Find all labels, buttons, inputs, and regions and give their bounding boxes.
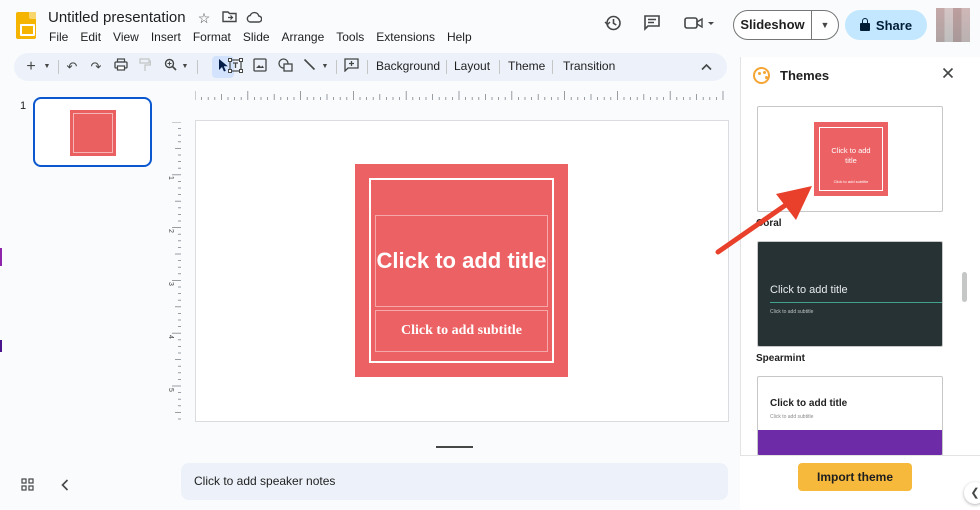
- third-preview-subtitle: Click to add subtitle: [770, 414, 814, 420]
- layout-button[interactable]: Layout: [454, 59, 490, 73]
- menu-edit[interactable]: Edit: [80, 30, 101, 44]
- vertical-ruler: 1 2 3 4 5: [167, 122, 181, 420]
- menu-bar: File Edit View Insert Format Slide Arran…: [49, 30, 484, 44]
- ruler-label: 2: [167, 229, 174, 233]
- panel-scrollbar[interactable]: [962, 272, 967, 302]
- add-comment-icon[interactable]: [342, 58, 360, 76]
- theme-name-spearmint: Spearmint: [756, 353, 805, 364]
- slideshow-label[interactable]: Slideshow: [734, 11, 812, 39]
- speaker-notes[interactable]: Click to add speaker notes: [181, 463, 728, 500]
- toolbar: + ▼ ↶ ↷ ▼ ▼ Background Layout Theme Tran…: [14, 53, 727, 81]
- themes-panel-title: Themes: [780, 68, 830, 83]
- version-history-icon[interactable]: [604, 14, 622, 37]
- slide-number: 1: [20, 100, 27, 112]
- chevron-down-icon[interactable]: ▼: [180, 58, 190, 76]
- spearmint-preview-line: [770, 302, 942, 303]
- toolbar-divider: [197, 60, 198, 74]
- slide-content: Click to add title Click to add subtitle: [355, 164, 568, 377]
- toolbar-divider: [552, 60, 553, 74]
- horizontal-ruler: [195, 91, 724, 100]
- line-icon[interactable]: [301, 58, 317, 76]
- toolbar-divider: [58, 60, 59, 74]
- meet-icon[interactable]: [684, 14, 718, 37]
- menu-insert[interactable]: Insert: [151, 30, 181, 44]
- import-theme-button[interactable]: Import theme: [798, 463, 912, 491]
- menu-slide[interactable]: Slide: [243, 30, 270, 44]
- ruler-label: 3: [167, 282, 174, 286]
- shape-icon[interactable]: [276, 58, 294, 76]
- transition-button[interactable]: Transition: [563, 59, 615, 73]
- speaker-notes-placeholder: Click to add speaker notes: [194, 474, 336, 488]
- toolbar-divider: [446, 60, 447, 74]
- coral-preview-subtitle: Click to add subtitle: [833, 179, 869, 184]
- undo-icon[interactable]: ↶: [64, 58, 80, 76]
- close-icon[interactable]: [942, 66, 954, 84]
- ruler-label: 4: [167, 335, 174, 339]
- avatar[interactable]: [936, 8, 970, 42]
- coral-preview: Click to add title Click to add subtitle: [814, 122, 888, 196]
- third-preview-bar: [758, 430, 942, 455]
- redo-icon[interactable]: ↷: [88, 58, 104, 76]
- menu-extensions[interactable]: Extensions: [376, 30, 435, 44]
- slideshow-button[interactable]: Slideshow ▼: [733, 10, 839, 40]
- print-icon[interactable]: [112, 58, 130, 76]
- theme-button[interactable]: Theme: [508, 59, 545, 73]
- subtitle-placeholder[interactable]: Click to add subtitle: [375, 310, 548, 352]
- title-placeholder[interactable]: Click to add title: [375, 215, 548, 307]
- lock-icon: [859, 18, 870, 31]
- spearmint-preview-subtitle: Click to add subtitle: [770, 309, 814, 315]
- notes-resize-handle[interactable]: [436, 446, 473, 448]
- chevron-down-icon[interactable]: ▼: [812, 20, 838, 30]
- menu-arrange[interactable]: Arrange: [282, 30, 325, 44]
- collapse-filmstrip-icon[interactable]: [61, 478, 69, 494]
- window-edge: [0, 248, 2, 266]
- toolbar-divider: [367, 60, 368, 74]
- window-edge: [0, 340, 2, 352]
- menu-file[interactable]: File: [49, 30, 68, 44]
- document-title[interactable]: Untitled presentation: [48, 9, 186, 26]
- slide-thumbnail[interactable]: [33, 97, 152, 167]
- comments-icon[interactable]: [643, 14, 661, 37]
- text-box-icon[interactable]: [226, 58, 244, 76]
- share-button[interactable]: Share: [845, 10, 927, 40]
- new-slide-icon[interactable]: +: [24, 58, 38, 76]
- zoom-icon[interactable]: [162, 58, 178, 76]
- share-label: Share: [875, 17, 913, 33]
- move-to-folder-icon[interactable]: [221, 10, 237, 27]
- slides-logo-icon[interactable]: [16, 12, 36, 39]
- theme-card-third[interactable]: Click to add title Click to add subtitle: [757, 376, 943, 456]
- grid-view-icon[interactable]: [21, 478, 34, 494]
- chevron-left-icon[interactable]: ❮: [964, 482, 980, 504]
- chevron-down-icon[interactable]: ▼: [320, 58, 330, 76]
- menu-format[interactable]: Format: [193, 30, 231, 44]
- chevron-down-icon[interactable]: ▼: [42, 58, 52, 76]
- ruler-label: 5: [167, 388, 174, 392]
- ruler-label: 1: [167, 176, 174, 180]
- menu-tools[interactable]: Tools: [336, 30, 364, 44]
- title-icons: ☆: [196, 10, 263, 27]
- toolbar-divider: [336, 60, 337, 74]
- toolbar-divider: [499, 60, 500, 74]
- image-icon[interactable]: [251, 58, 269, 76]
- menu-view[interactable]: View: [113, 30, 139, 44]
- background-button[interactable]: Background: [376, 59, 440, 73]
- cloud-status-icon[interactable]: [246, 10, 263, 27]
- spearmint-preview-title: Click to add title: [770, 284, 848, 296]
- palette-icon: [753, 67, 770, 84]
- coral-preview-title: Click to add title: [831, 146, 871, 165]
- paint-format-icon[interactable]: [136, 58, 154, 76]
- slide-thumbnail-preview: [70, 110, 116, 156]
- collapse-toolbar-icon[interactable]: [698, 58, 714, 76]
- annotation-arrow-icon: [715, 186, 812, 255]
- menu-help[interactable]: Help: [447, 30, 472, 44]
- third-preview-title: Click to add title: [770, 398, 848, 409]
- star-icon[interactable]: ☆: [196, 10, 212, 27]
